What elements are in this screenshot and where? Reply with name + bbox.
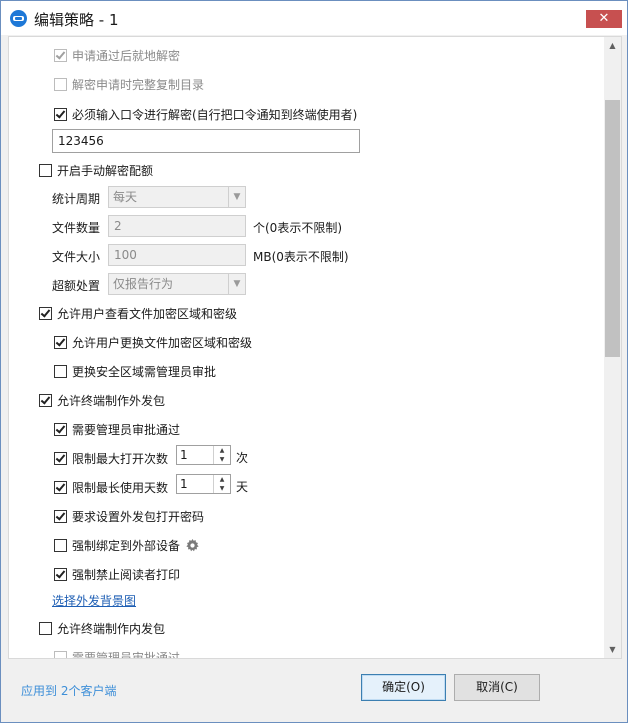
stepper-value: 1: [180, 448, 188, 462]
option-label: 强制绑定到外部设备: [72, 539, 181, 553]
manual-quota-option[interactable]: 开启手动解密配额: [39, 162, 153, 179]
checkbox[interactable]: [54, 108, 67, 121]
file-count-input[interactable]: 2: [108, 215, 246, 237]
need-admin-approval-option[interactable]: 需要管理员审批通过: [54, 421, 180, 438]
limit-days-option[interactable]: 限制最长使用天数: [54, 479, 168, 496]
option-label: 允许用户更换文件加密区域和密级: [72, 336, 253, 350]
title-bar: 编辑策略 - 1 ✕: [1, 1, 627, 35]
apply-to-clients-link[interactable]: 应用到 2个客户端: [21, 682, 116, 699]
chevron-down-icon: ▼: [228, 274, 245, 294]
limit-days-stepper[interactable]: 1 ▲ ▼: [176, 474, 231, 494]
policy-edit-window: 编辑策略 - 1 ✕ 申请通过后就地解密 解密申请时完整复制目录 必须输入口令进…: [0, 0, 628, 723]
limit-days-unit: 天: [236, 480, 249, 494]
option-label: 要求设置外发包打开密码: [72, 510, 205, 524]
stat-period-label: 统计周期: [52, 192, 101, 206]
select-value: 仅报告行为: [113, 277, 174, 291]
decrypt-after-approval-option[interactable]: 申请通过后就地解密: [54, 47, 180, 64]
overflow-select[interactable]: 仅报告行为 ▼: [108, 273, 246, 295]
overflow-label: 超额处置: [52, 279, 101, 293]
option-label: 允许终端制作外发包: [57, 394, 166, 408]
checkbox[interactable]: [54, 568, 67, 581]
option-label: 更换安全区域需管理员审批: [72, 365, 217, 379]
checkbox[interactable]: [39, 307, 52, 320]
scroll-up-icon[interactable]: ▲: [604, 37, 621, 54]
checkbox[interactable]: [54, 423, 67, 436]
bind-device-option[interactable]: 强制绑定到外部设备: [54, 537, 199, 554]
option-label: 需要管理员审批通过: [72, 651, 181, 659]
internal-admin-approval-option[interactable]: 需要管理员审批通过: [54, 649, 181, 659]
file-count-hint: 个(0表示不限制): [253, 221, 342, 235]
gear-icon[interactable]: [186, 539, 199, 552]
require-password-option[interactable]: 必须输入口令进行解密(自行把口令通知到终端使用者): [54, 106, 357, 123]
option-label: 解密申请时完整复制目录: [72, 78, 205, 92]
close-button[interactable]: ✕: [586, 10, 622, 28]
stepper-up-icon[interactable]: ▲: [214, 475, 230, 484]
select-value: 每天: [113, 190, 138, 204]
checkbox[interactable]: [39, 622, 52, 635]
limit-open-stepper[interactable]: 1 ▲ ▼: [176, 445, 231, 465]
stepper-buttons: ▲ ▼: [213, 446, 230, 464]
checkbox[interactable]: [39, 394, 52, 407]
stepper-up-icon[interactable]: ▲: [214, 446, 230, 455]
stat-period-select[interactable]: 每天 ▼: [108, 186, 246, 208]
require-open-password-option[interactable]: 要求设置外发包打开密码: [54, 508, 204, 525]
checkbox[interactable]: [54, 651, 67, 658]
change-area-approval-option[interactable]: 更换安全区域需管理员审批: [54, 363, 216, 380]
chevron-down-icon: ▼: [228, 187, 245, 207]
scrollbar-thumb[interactable]: [605, 100, 620, 357]
option-label: 限制最大打开次数: [72, 452, 169, 466]
make-internal-option[interactable]: 允许终端制作内发包: [39, 620, 165, 637]
checkbox[interactable]: [54, 539, 67, 552]
stepper-down-icon[interactable]: ▼: [214, 455, 230, 464]
file-size-input[interactable]: 100: [108, 244, 246, 266]
settings-panel: 申请通过后就地解密 解密申请时完整复制目录 必须输入口令进行解密(自行把口令通知…: [8, 36, 622, 659]
file-size-hint: MB(0表示不限制): [253, 250, 349, 264]
option-label: 申请通过后就地解密: [72, 49, 181, 63]
choose-background-link[interactable]: 选择外发背景图: [52, 592, 136, 609]
option-label: 需要管理员审批通过: [72, 423, 181, 437]
file-count-label: 文件数量: [52, 221, 101, 235]
option-label: 允许终端制作内发包: [57, 622, 166, 636]
stepper-down-icon[interactable]: ▼: [214, 484, 230, 493]
app-logo-icon: [10, 10, 27, 27]
view-area-option[interactable]: 允许用户查看文件加密区域和密级: [39, 305, 237, 322]
copy-directory-option[interactable]: 解密申请时完整复制目录: [54, 76, 204, 93]
checkbox[interactable]: [39, 164, 52, 177]
window-title: 编辑策略 - 1: [34, 11, 119, 29]
change-area-option[interactable]: 允许用户更换文件加密区域和密级: [54, 334, 252, 351]
scroll-down-icon[interactable]: ▼: [604, 641, 621, 658]
limit-open-unit: 次: [236, 451, 249, 465]
stepper-value: 1: [180, 477, 188, 491]
vertical-scrollbar[interactable]: ▲ ▼: [604, 37, 621, 658]
checkbox[interactable]: [54, 49, 67, 62]
option-label: 必须输入口令进行解密(自行把口令通知到终端使用者): [72, 108, 358, 122]
option-label: 允许用户查看文件加密区域和密级: [57, 307, 238, 321]
checkbox[interactable]: [54, 336, 67, 349]
forbid-print-option[interactable]: 强制禁止阅读者打印: [54, 566, 180, 583]
option-label: 开启手动解密配额: [57, 164, 154, 178]
checkbox[interactable]: [54, 78, 67, 91]
limit-open-option[interactable]: 限制最大打开次数: [54, 450, 168, 467]
password-input[interactable]: 123456: [52, 129, 360, 153]
make-outgoing-option[interactable]: 允许终端制作外发包: [39, 392, 165, 409]
checkbox[interactable]: [54, 510, 67, 523]
file-size-label: 文件大小: [52, 250, 101, 264]
cancel-button[interactable]: 取消(C): [454, 674, 540, 701]
checkbox[interactable]: [54, 481, 67, 494]
option-label: 强制禁止阅读者打印: [72, 568, 181, 582]
ok-button[interactable]: 确定(O): [361, 674, 446, 701]
checkbox[interactable]: [54, 365, 67, 378]
stepper-buttons: ▲ ▼: [213, 475, 230, 493]
option-label: 限制最长使用天数: [72, 481, 169, 495]
checkbox[interactable]: [54, 452, 67, 465]
